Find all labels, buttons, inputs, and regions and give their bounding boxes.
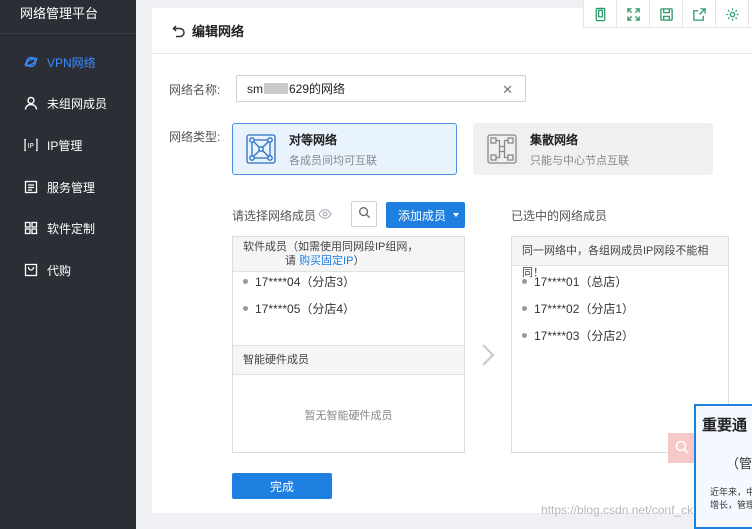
toolbar — [583, 0, 752, 28]
network-type-label: 网络类型: — [169, 130, 221, 144]
app-title: 网络管理平台 — [0, 0, 136, 34]
planet-icon — [24, 55, 38, 69]
type-option-desc: 只能与中心节点互联 — [530, 154, 629, 167]
software-head-line2: 请 购买固定IP） — [285, 255, 365, 267]
select-members-label: 请选择网络成员 — [232, 209, 317, 223]
bag-icon — [24, 263, 38, 277]
member-name: 17****05（分店4） — [255, 302, 356, 316]
caret-down-icon — [453, 213, 459, 217]
sidebar-item-software-customization[interactable]: 软件定制 — [0, 213, 136, 243]
bullet — [522, 279, 527, 284]
notice-title: 重要通 — [702, 417, 748, 434]
notice-text: 近年来，中 增长，管理 — [710, 487, 752, 510]
type-option-text: 对等网络 各成员间均可互联 — [289, 131, 377, 168]
buy-fixed-ip-link[interactable]: 购买固定IP — [299, 255, 353, 267]
sidebar-item-label: 服务管理 — [47, 180, 96, 195]
clear-icon[interactable]: ✕ — [502, 82, 513, 98]
type-option-desc: 各成员间均可互联 — [289, 154, 377, 167]
bullet — [522, 333, 527, 338]
notice-subtitle: （管理 — [726, 456, 752, 471]
page-title: 编辑网络 — [192, 24, 245, 39]
mesh-network-icon — [245, 133, 277, 165]
svg-text:IP: IP — [27, 142, 33, 150]
type-option-peer[interactable]: 对等网络 各成员间均可互联 — [232, 123, 457, 175]
type-option-hub[interactable]: 集散网络 只能与中心节点互联 — [473, 123, 713, 175]
search-icon — [674, 439, 690, 458]
available-members-panel: 软件成员（如需使用同网段IP组网， 请 购买固定IP） 17****04（分店3… — [232, 236, 465, 453]
sidebar-item-label: 未组网成员 — [47, 96, 108, 111]
network-name-input[interactable]: sm 629的网络 ✕ — [236, 75, 526, 102]
hub-network-icon — [486, 133, 518, 165]
hardware-members-head: 智能硬件成员 — [233, 345, 464, 375]
sidebar-item-purchase[interactable]: 代购 — [0, 255, 136, 285]
list-item[interactable]: 17****04（分店3） — [243, 273, 355, 290]
type-option-text: 集散网络 只能与中心节点互联 — [530, 131, 629, 168]
grid-icon — [24, 221, 38, 235]
bullet — [243, 279, 248, 284]
software-members-head: 软件成员（如需使用同网段IP组网， 请 购买固定IP） — [233, 237, 464, 272]
member-name: 17****03（分店2） — [534, 329, 635, 343]
selected-members-head: 同一网络中，各组网成员IP网段不能相同！ — [512, 237, 728, 279]
add-member-label: 添加成员 — [398, 208, 447, 223]
bullet — [522, 306, 527, 311]
member-name: 17****01（总店） — [534, 275, 628, 289]
redacted-block — [264, 83, 288, 94]
network-name-value-suffix: 629的网络 — [289, 82, 346, 96]
member-name: 17****04（分店3） — [255, 275, 356, 289]
hardware-empty-text: 暂无智能硬件成员 — [304, 410, 393, 422]
chevron-right-icon[interactable] — [480, 343, 496, 367]
gear-icon[interactable] — [716, 0, 749, 28]
user-icon — [24, 96, 38, 110]
search-icon — [358, 206, 371, 222]
sidebar: 网络管理平台 VPN网络 未组网成员 IP IP管理 服务管理 软件定制 代购 — [0, 0, 136, 529]
member-name: 17****02（分店1） — [534, 302, 635, 316]
done-button[interactable]: 完成 — [232, 473, 332, 499]
ip-icon: IP — [24, 138, 38, 152]
eye-icon[interactable] — [318, 208, 332, 220]
sidebar-item-ip-management[interactable]: IP IP管理 — [0, 130, 136, 160]
bullet — [243, 306, 248, 311]
sidebar-item-label: IP管理 — [47, 138, 83, 153]
type-option-title: 对等网络 — [289, 132, 338, 147]
sidebar-item-label: 代购 — [47, 263, 72, 278]
list-item[interactable]: 17****02（分店1） — [522, 300, 634, 317]
network-name-label: 网络名称: — [169, 83, 221, 97]
list-icon — [24, 180, 38, 194]
add-member-button[interactable]: 添加成员 — [386, 202, 465, 228]
tablet-icon[interactable] — [584, 0, 617, 28]
watermark: https://blog.csdn.net/conf_ck — [541, 503, 694, 517]
selected-members-label: 已选中的网络成员 — [511, 209, 608, 223]
export-icon[interactable] — [683, 0, 716, 28]
network-name-value-prefix: sm — [247, 81, 263, 96]
search-button[interactable] — [351, 201, 377, 227]
software-head-line1: 软件成员（如需使用同网段IP组网， — [243, 241, 419, 253]
notice-popup[interactable]: 重要通 （管理 近年来，中 增长，管理 — [694, 404, 752, 529]
list-item[interactable]: 17****03（分店2） — [522, 327, 634, 344]
sidebar-item-label: 软件定制 — [47, 221, 96, 236]
save-icon[interactable] — [650, 0, 683, 28]
float-search-button[interactable] — [668, 433, 696, 463]
sidebar-item-label: VPN网络 — [47, 55, 96, 70]
back-icon[interactable] — [172, 24, 186, 38]
sidebar-item-unnetworked-members[interactable]: 未组网成员 — [0, 88, 136, 118]
sidebar-item-service-management[interactable]: 服务管理 — [0, 172, 136, 202]
fullscreen-icon[interactable] — [617, 0, 650, 28]
list-item[interactable]: 17****01（总店） — [522, 273, 627, 290]
list-item[interactable]: 17****05（分店4） — [243, 300, 355, 317]
type-option-title: 集散网络 — [530, 132, 579, 147]
sidebar-item-vpn-network[interactable]: VPN网络 — [0, 47, 136, 77]
